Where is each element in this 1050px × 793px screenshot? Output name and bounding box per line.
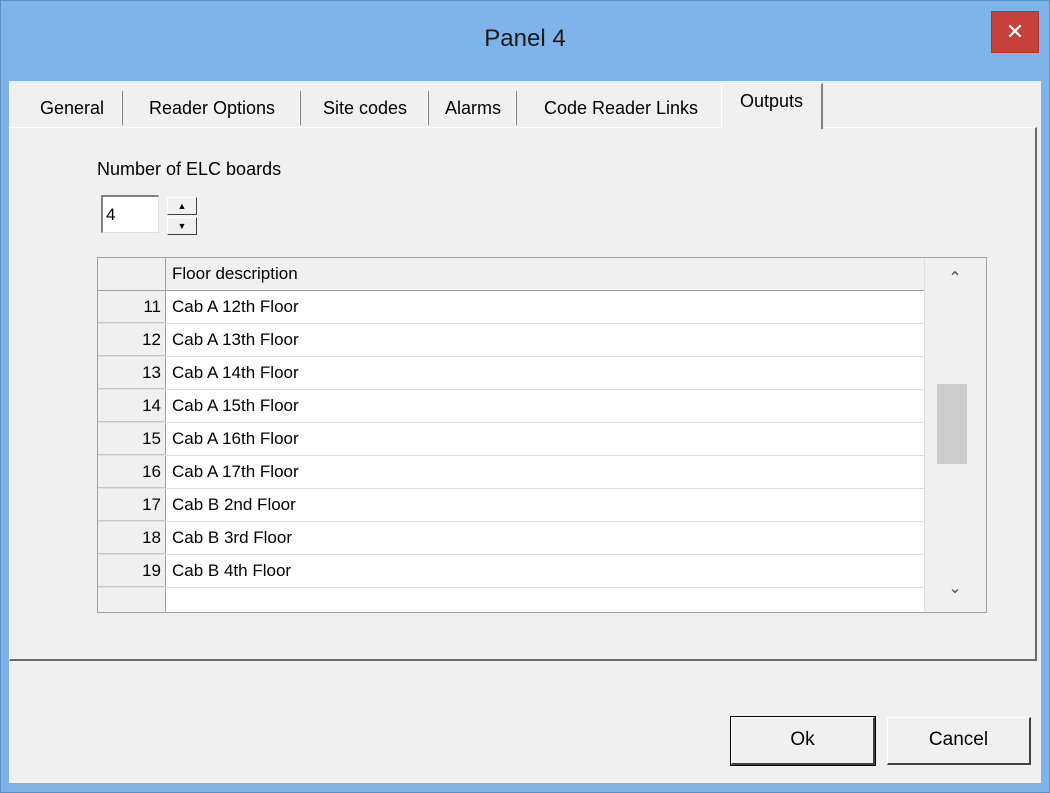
table-row[interactable]: 16 Cab A 17th Floor (98, 456, 924, 489)
ok-button[interactable]: Ok (730, 716, 876, 766)
close-icon: ✕ (1005, 19, 1025, 44)
table-row[interactable]: 13 Cab A 14th Floor (98, 357, 924, 390)
tab-separator (515, 91, 517, 125)
table-row-partial[interactable] (98, 588, 924, 612)
cancel-button[interactable]: Cancel (887, 717, 1031, 765)
table-row[interactable]: 15 Cab A 16th Floor (98, 423, 924, 456)
row-number: 12 (98, 324, 166, 356)
tab-reader-options[interactable]: Reader Options (127, 89, 297, 127)
floor-description-cell[interactable]: Cab A 16th Floor (172, 429, 299, 449)
window-title: Panel 4 (484, 25, 566, 52)
table-row[interactable]: 14 Cab A 15th Floor (98, 390, 924, 423)
row-number: 14 (98, 390, 166, 422)
floor-grid[interactable]: Floor description 11 Cab A 12th Floor 12… (97, 257, 987, 613)
floor-description-cell[interactable]: Cab A 12th Floor (172, 297, 299, 317)
table-row[interactable]: 17 Cab B 2nd Floor (98, 489, 924, 522)
vertical-scrollbar[interactable]: ⌃ ⌄ (924, 258, 986, 612)
row-header-corner (98, 258, 166, 290)
spin-down-button[interactable]: ▼ (167, 217, 197, 235)
floor-description-cell[interactable]: Cab B 2nd Floor (172, 495, 296, 515)
row-number: 17 (98, 489, 166, 521)
close-button[interactable]: ✕ (991, 11, 1039, 53)
table-row[interactable]: 12 Cab A 13th Floor (98, 324, 924, 357)
row-number: 18 (98, 522, 166, 554)
tab-general[interactable]: General (25, 89, 119, 127)
panel-dialog-window: Panel 4 ✕ General Reader Options Site co… (0, 0, 1050, 793)
grid-header-row: Floor description (98, 258, 924, 291)
scrollbar-thumb[interactable] (937, 384, 967, 464)
row-number (98, 588, 166, 612)
tab-separator (121, 91, 123, 125)
dialog-client-area: General Reader Options Site codes Alarms… (9, 81, 1041, 783)
tab-site-codes[interactable]: Site codes (305, 89, 425, 127)
table-row[interactable]: 18 Cab B 3rd Floor (98, 522, 924, 555)
floor-description-cell[interactable]: Cab B 4th Floor (172, 561, 291, 581)
elc-boards-label: Number of ELC boards (97, 159, 282, 179)
arrow-down-icon: ▼ (177, 221, 187, 231)
floor-description-cell[interactable]: Cab A 17th Floor (172, 462, 299, 482)
row-number: 11 (98, 291, 166, 323)
floor-description-cell[interactable]: Cab A 15th Floor (172, 396, 299, 416)
title-bar[interactable]: Panel 4 ✕ (1, 1, 1049, 81)
floor-description-cell[interactable]: Cab A 13th Floor (172, 330, 299, 350)
row-number: 19 (98, 555, 166, 587)
tab-alarms[interactable]: Alarms (433, 89, 513, 127)
floor-description-cell[interactable]: Cab A 14th Floor (172, 363, 299, 383)
scroll-down-button[interactable]: ⌄ (925, 574, 985, 604)
floor-description-cell[interactable]: Cab B 3rd Floor (172, 528, 292, 548)
table-row[interactable]: 19 Cab B 4th Floor (98, 555, 924, 588)
scroll-up-button[interactable]: ⌃ (925, 264, 985, 294)
row-number: 15 (98, 423, 166, 455)
column-header-floor-description[interactable]: Floor description (172, 264, 298, 284)
chevron-down-icon: ⌄ (948, 580, 962, 597)
chevron-up-icon: ⌃ (948, 270, 962, 287)
row-number: 16 (98, 456, 166, 488)
tab-separator (299, 91, 301, 125)
table-row[interactable]: 11 Cab A 12th Floor (98, 291, 924, 324)
elc-boards-input[interactable]: 4 (101, 195, 159, 233)
tab-code-reader-links[interactable]: Code Reader Links (521, 89, 721, 127)
tab-separator (427, 91, 429, 125)
row-number: 13 (98, 357, 166, 389)
arrow-up-icon: ▲ (177, 201, 187, 211)
tab-outputs[interactable]: Outputs (721, 83, 823, 129)
spin-up-button[interactable]: ▲ (167, 197, 197, 215)
